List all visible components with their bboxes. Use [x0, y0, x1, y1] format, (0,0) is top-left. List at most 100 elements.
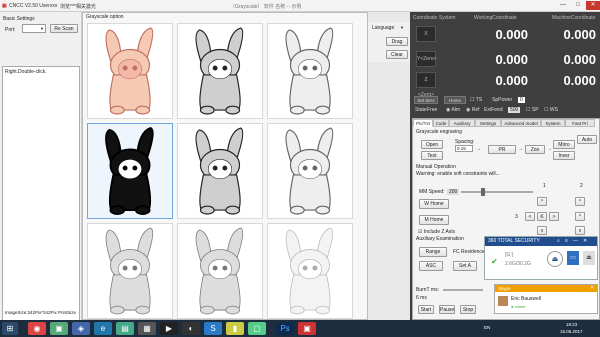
- start-button[interactable]: Start: [418, 305, 434, 314]
- app-icon-lime[interactable]: ▢: [248, 322, 266, 335]
- z-zero-button[interactable]: Z <Zero>: [416, 72, 436, 98]
- zoo-button[interactable]: Zoo: [525, 145, 545, 154]
- grayscale-thumbnail[interactable]: [87, 23, 173, 119]
- text-button[interactable]: Text: [421, 151, 443, 160]
- minimize-icon[interactable]: —: [573, 238, 578, 244]
- asc-button[interactable]: ASC: [419, 261, 443, 271]
- tab-fast-pri[interactable]: Fast Pri: [565, 119, 595, 127]
- grayscale-thumbnail[interactable]: [267, 223, 353, 319]
- pause-button[interactable]: Pause: [439, 305, 455, 314]
- log-box[interactable]: Right.Double-click. ImageSize:342Pix*342…: [2, 66, 80, 322]
- stop-button[interactable]: Stop: [460, 305, 476, 314]
- close-icon[interactable]: ✕: [583, 238, 587, 244]
- eject-icon[interactable]: ⏏: [583, 251, 595, 265]
- x-zero-button[interactable]: X: [416, 26, 436, 42]
- jog-up-button[interactable]: ^: [537, 197, 547, 206]
- tab-settings[interactable]: Settings: [475, 119, 501, 127]
- grayscale-thumbnail[interactable]: [87, 223, 173, 319]
- jog-left-button[interactable]: <: [525, 212, 535, 221]
- photoshop-icon[interactable]: Ps: [276, 322, 294, 335]
- sp-checkbox[interactable]: ☐ SP: [526, 107, 539, 113]
- cncc-icon[interactable]: ▣: [298, 322, 316, 335]
- z-up-button[interactable]: ^: [575, 197, 585, 206]
- tab-advanced-model[interactable]: Advanced model: [501, 119, 541, 127]
- speed-slider[interactable]: [461, 188, 533, 196]
- app-icon-dark[interactable]: ◐: [182, 322, 200, 335]
- invert-button[interactable]: Inver: [553, 151, 575, 160]
- app-icon-blue[interactable]: ◈: [72, 322, 90, 335]
- range-button[interactable]: Range: [419, 247, 447, 257]
- ext-feed-value[interactable]: 500: [508, 107, 521, 113]
- app-icon-teal[interactable]: ▤: [116, 322, 134, 335]
- bunny-figure-icon: [195, 27, 244, 115]
- spacing-select[interactable]: 0.15: [455, 145, 473, 152]
- grayscale-thumbnail[interactable]: [267, 23, 353, 119]
- basic-settings-heading: Basic Settings: [3, 16, 35, 22]
- k-button[interactable]: K: [537, 212, 547, 221]
- alm-radio[interactable]: ◉ Alm: [446, 107, 460, 113]
- mirror-button[interactable]: Mirro: [553, 140, 575, 149]
- bunny-figure-icon: [105, 126, 154, 215]
- open-button[interactable]: Open: [421, 140, 443, 149]
- grayscale-thumbnail[interactable]: [87, 123, 173, 219]
- set-zero-button[interactable]: Set Zero: [414, 96, 438, 104]
- app-icon-green[interactable]: ▣: [50, 322, 68, 335]
- maximize-button[interactable]: □: [571, 1, 585, 10]
- z-working-value: 0.000: [495, 73, 528, 88]
- port-select[interactable]: ▼: [22, 24, 46, 33]
- y-zero-button[interactable]: Y<Zero>: [416, 51, 436, 67]
- m-home-button[interactable]: M Home: [419, 215, 449, 225]
- skype-icon[interactable]: S: [204, 322, 222, 335]
- search-icon[interactable]: ⌕: [557, 238, 560, 244]
- drag-button[interactable]: Drag: [386, 37, 408, 46]
- tab-system[interactable]: System: [541, 119, 565, 127]
- grayscale-thumbnail[interactable]: [177, 23, 263, 119]
- app-icon: ▣: [2, 3, 7, 9]
- bunny-figure-icon: [105, 27, 154, 115]
- burn-slider[interactable]: [443, 289, 483, 291]
- slider-handle[interactable]: [481, 188, 485, 196]
- close-button[interactable]: ✕: [586, 1, 600, 10]
- jog-down-button[interactable]: v: [537, 226, 547, 235]
- sp-power-value[interactable]: 0: [518, 97, 525, 103]
- home-button[interactable]: Home: [444, 96, 466, 104]
- ts-checkbox[interactable]: ☐ TS: [470, 97, 482, 103]
- bunny-figure-icon: [285, 27, 334, 115]
- include-z-checkbox[interactable]: ☑ Include Z Axis: [418, 229, 455, 235]
- pr-button[interactable]: PR: [488, 145, 516, 154]
- folder-icon[interactable]: ▭: [567, 251, 579, 265]
- minimize-button[interactable]: —: [556, 1, 570, 10]
- jog-right-button[interactable]: >: [549, 212, 559, 221]
- grayscale-thumbnail[interactable]: [177, 123, 263, 219]
- clear-button[interactable]: Clear: [386, 50, 408, 59]
- mm-speed-label: MM Speed:: [419, 189, 445, 195]
- z-down-button[interactable]: v: [575, 226, 585, 235]
- ie-icon[interactable]: e: [94, 322, 112, 335]
- tab-auxiliary[interactable]: Auxiliary: [449, 119, 475, 127]
- w-home-button[interactable]: W Home: [419, 199, 449, 209]
- clock-date[interactable]: 15.06.2017: [560, 329, 583, 334]
- menu-icon[interactable]: ≡: [565, 238, 568, 244]
- ws-checkbox[interactable]: ☐ WS: [544, 107, 558, 113]
- media-icon[interactable]: ▶: [160, 322, 178, 335]
- usb-icon[interactable]: ⏏: [547, 251, 563, 267]
- language-indicator[interactable]: EN: [484, 325, 490, 330]
- grayscale-thumbnail[interactable]: [177, 223, 263, 319]
- clock-time[interactable]: 18:23: [566, 322, 577, 327]
- set-a-button[interactable]: Set A: [453, 261, 477, 271]
- app-icon-gray[interactable]: ▦: [138, 322, 156, 335]
- chrome-icon[interactable]: ◉: [28, 322, 46, 335]
- app-icon-yellow[interactable]: ▮: [226, 322, 244, 335]
- ref-radio[interactable]: ◉ Ref: [466, 107, 480, 113]
- start-button[interactable]: ⊞: [2, 322, 18, 335]
- close-icon[interactable]: ✕: [590, 285, 594, 291]
- tab-code[interactable]: Code: [433, 119, 449, 127]
- z-mid-button[interactable]: ^: [575, 212, 585, 221]
- chevron-down-icon[interactable]: ▼: [400, 25, 404, 30]
- skype-header: Skype: [495, 285, 597, 292]
- grayscale-thumbnail[interactable]: [267, 123, 353, 219]
- mm-speed-value[interactable]: 200: [447, 189, 460, 195]
- auto-button[interactable]: Auto: [577, 135, 597, 144]
- tab-pic-txt[interactable]: Pic/Txt: [413, 119, 433, 127]
- rescan-button[interactable]: Re Scan: [50, 24, 78, 33]
